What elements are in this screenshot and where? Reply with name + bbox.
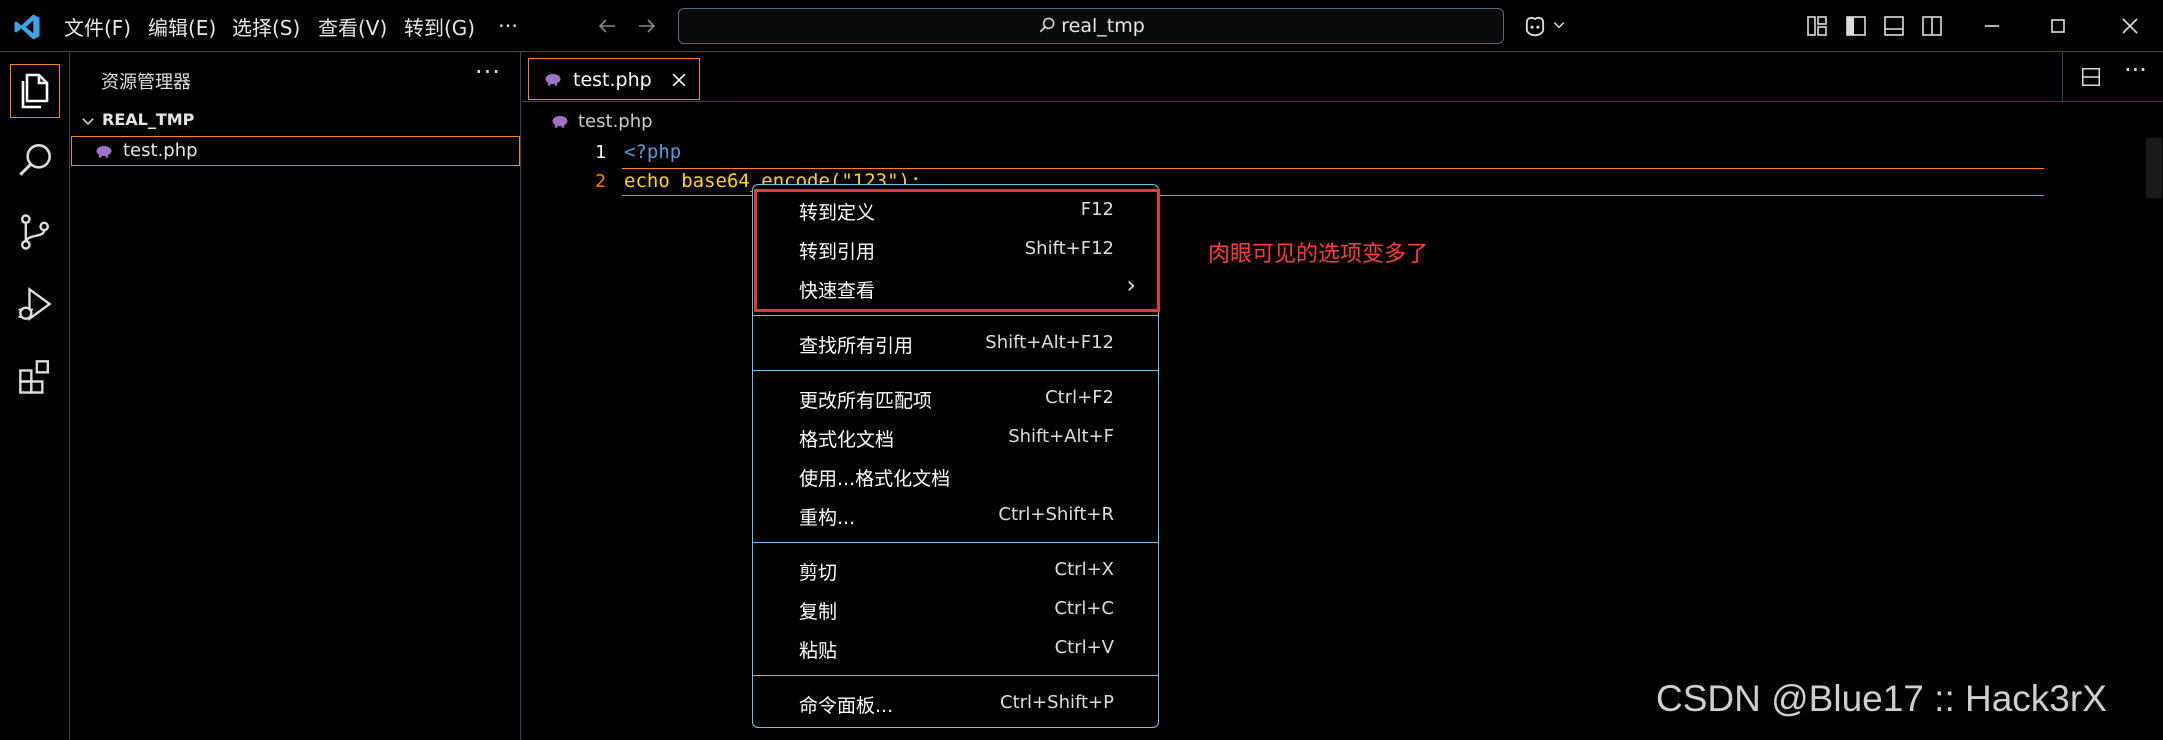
annotation-highlight-box	[754, 189, 1160, 312]
files-icon	[21, 73, 49, 109]
forward-arrow-icon[interactable]	[634, 14, 660, 38]
explorer-title: 资源管理器	[101, 72, 191, 93]
annotation-text: 肉眼可见的选项变多了	[1208, 242, 1429, 267]
folder-row[interactable]: REAL_TMP	[71, 106, 521, 136]
menu-item-paste[interactable]: 粘贴 Ctrl+V	[753, 629, 1158, 667]
menu-file[interactable]: 文件(F)	[64, 12, 131, 41]
menu-separator	[753, 370, 1158, 371]
tab-label: test.php	[573, 69, 652, 91]
menu-separator	[753, 542, 1158, 543]
scrollbar[interactable]	[2146, 138, 2162, 198]
search-icon	[1040, 17, 1055, 33]
split-editor-icon[interactable]	[2080, 66, 2102, 88]
file-item-test-php[interactable]: test.php	[71, 136, 520, 166]
menu-item-command-palette[interactable]: 命令面板... Ctrl+Shift+P	[753, 684, 1158, 722]
source-control-icon[interactable]	[13, 210, 57, 254]
close-icon[interactable]	[2118, 14, 2142, 38]
run-debug-icon[interactable]	[13, 282, 57, 326]
copilot-icon[interactable]	[1520, 12, 1550, 40]
menu-item-refactor[interactable]: 重构... Ctrl+Shift+R	[753, 496, 1158, 534]
title-bar: 文件(F) 编辑(E) 选择(S) 查看(V) 转到(G) … real_tmp	[0, 0, 2163, 52]
command-center-search[interactable]: real_tmp	[678, 8, 1504, 44]
menu-item-format-document[interactable]: 格式化文档 Shift+Alt+F	[753, 418, 1158, 456]
menu-item-format-document-with[interactable]: 使用...格式化文档	[753, 457, 1158, 495]
menu-item-find-all-references[interactable]: 查找所有引用 Shift+Alt+F12	[753, 324, 1158, 362]
menu-view[interactable]: 查看(V)	[318, 12, 387, 41]
file-name: test.php	[123, 140, 198, 161]
editor-more-button[interactable]: ···	[2124, 56, 2147, 84]
chevron-down-icon[interactable]	[1552, 18, 1566, 32]
back-arrow-icon[interactable]	[594, 14, 620, 38]
menu-edit[interactable]: 编辑(E)	[148, 12, 216, 41]
menu-go[interactable]: 转到(G)	[404, 12, 475, 41]
search-text: real_tmp	[1061, 15, 1145, 37]
breadcrumb: test.php	[522, 103, 2163, 137]
vscode-logo-icon	[14, 14, 40, 40]
explorer-activity-button[interactable]	[10, 64, 60, 118]
extensions-icon[interactable]	[13, 354, 57, 398]
line-number: 1	[595, 142, 606, 163]
php-elephant-icon	[96, 146, 112, 158]
watermark: CSDN @Blue17 :: Hack3rX	[1656, 678, 2107, 719]
maximize-icon[interactable]	[2046, 14, 2070, 38]
editor-tab-bar: test.php ···	[522, 52, 2163, 102]
breadcrumb-file[interactable]: test.php	[578, 111, 653, 132]
explorer-sidebar: 资源管理器 ··· REAL_TMP test.php	[71, 52, 521, 740]
code-line: <?php	[624, 141, 682, 163]
menu-more[interactable]: …	[498, 8, 518, 32]
menu-item-cut[interactable]: 剪切 Ctrl+X	[753, 551, 1158, 589]
toggle-secondary-sidebar-icon[interactable]	[1920, 14, 1944, 38]
menu-item-copy[interactable]: 复制 Ctrl+C	[753, 590, 1158, 628]
tab-actions-divider	[2062, 52, 2063, 102]
menu-selection[interactable]: 选择(S)	[232, 12, 300, 41]
menu-item-change-all-occurrences[interactable]: 更改所有匹配项 Ctrl+F2	[753, 379, 1158, 417]
php-elephant-icon	[552, 116, 568, 128]
explorer-more-button[interactable]: ···	[475, 58, 501, 86]
toggle-primary-sidebar-icon[interactable]	[1844, 14, 1868, 38]
close-icon[interactable]	[669, 70, 689, 90]
activity-bar	[0, 52, 70, 740]
minimize-icon[interactable]	[1980, 14, 2004, 38]
menu-separator	[753, 315, 1158, 316]
customize-layout-icon[interactable]	[1805, 14, 1829, 38]
menu-separator	[753, 675, 1158, 676]
php-elephant-icon	[545, 74, 561, 86]
folder-name: REAL_TMP	[102, 110, 195, 129]
line-number: 2	[595, 171, 606, 192]
search-activity-icon[interactable]	[13, 138, 57, 182]
chevron-down-icon	[82, 118, 94, 125]
tab-test-php[interactable]: test.php	[528, 58, 700, 100]
toggle-panel-icon[interactable]	[1882, 14, 1906, 38]
